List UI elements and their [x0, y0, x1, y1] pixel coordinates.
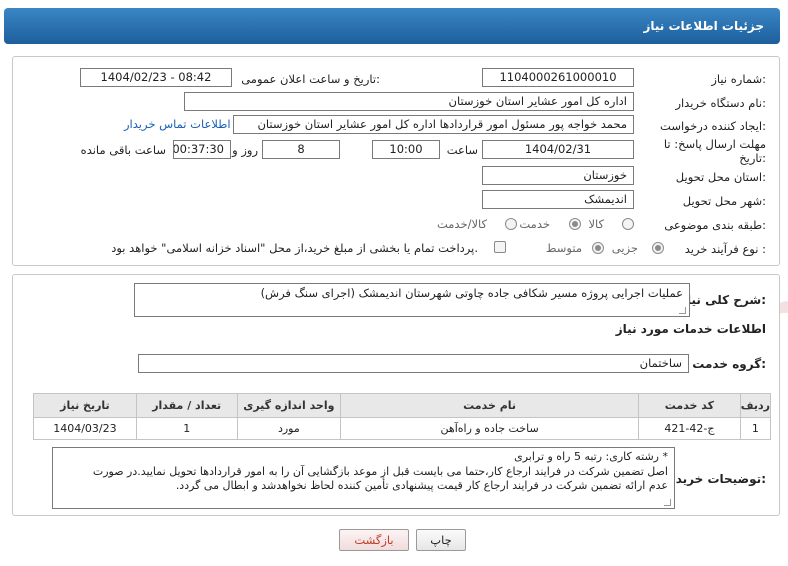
col-header-need-date: تاریخ نیاز: [33, 393, 137, 418]
table-row[interactable]: 1 ج-42-421 ساخت جاده و راه‌آهن مورد 1 14…: [33, 417, 772, 440]
page-header: جزئیات اطلاعات نیاز: [0, 0, 788, 44]
col-header-row-number: ردیف: [739, 393, 772, 418]
header-bar: جزئیات اطلاعات نیاز: [4, 8, 780, 44]
service-group-label: گروه خدمت:: [692, 357, 766, 371]
creator-label: ایجاد کننده درخواست:: [660, 119, 766, 133]
city-label: شهر محل تحویل:: [682, 194, 766, 208]
city-field[interactable]: اندیمشک: [482, 190, 634, 209]
cell-service-name: ساخت جاده و راه‌آهن: [340, 417, 640, 440]
days-remaining-field[interactable]: 8: [262, 140, 340, 159]
deadline-time-label: ساعت: [446, 143, 478, 157]
col-header-unit: واحد اندازه گیری: [236, 393, 342, 418]
process-radio-medium[interactable]: [592, 242, 604, 254]
treasury-payment-checkbox[interactable]: [494, 241, 506, 253]
col-header-service-name: نام خدمت: [340, 393, 640, 418]
process-option-minor: جزیی: [611, 241, 638, 255]
deadline-date-field[interactable]: 1404/02/31: [482, 140, 634, 159]
deadline-date-label: تاریخ:: [739, 151, 766, 165]
notes-resize-handle[interactable]: [664, 499, 671, 506]
announce-date-label: تاریخ و ساعت اعلان عمومی:: [241, 72, 380, 86]
service-group-field[interactable]: ساختمان: [138, 354, 689, 373]
deadline-label: مهلت ارسال پاسخ: تا: [663, 137, 766, 151]
province-field[interactable]: خوزستان: [482, 166, 634, 185]
category-label: طبقه بندی موضوعی:: [664, 218, 766, 232]
category-radio-goods-service[interactable]: [505, 218, 517, 230]
summary-field[interactable]: عملیات اجرایی پروژه مسیر شکافی جاده چاوت…: [134, 283, 690, 317]
notes-line-1: * رشته کاری: رتبه 5 راه و ترابری: [514, 450, 668, 463]
buyer-field[interactable]: اداره کل امور عشایر استان خوزستان: [184, 92, 634, 111]
services-table: ردیف کد خدمت نام خدمت واحد اندازه گیری ت…: [33, 393, 772, 440]
creator-field[interactable]: محمد خواجه پور مسئول امور قراردادها ادار…: [233, 115, 634, 134]
col-header-quantity: تعداد / مقدار: [135, 393, 238, 418]
time-remaining-label: ساعت باقی مانده: [80, 143, 166, 157]
province-label: استان محل تحویل:: [675, 170, 766, 184]
cell-service-code: ج-42-421: [638, 417, 741, 440]
resize-handle[interactable]: [679, 307, 686, 314]
category-option-goods-service: کالا/خدمت: [436, 217, 487, 231]
announce-date-field[interactable]: 1404/02/23 - 08:42: [80, 68, 232, 87]
category-radio-goods[interactable]: [622, 218, 634, 230]
notes-line-3: عدم ارائه تضمین شرکت در فرایند ارجاع کار…: [175, 479, 668, 492]
table-header-row: ردیف کد خدمت نام خدمت واحد اندازه گیری ت…: [33, 393, 772, 418]
buyer-notes-label: توضیحات خریدار:: [664, 472, 766, 486]
summary-label: شرح کلی نیاز:: [680, 293, 766, 307]
back-button[interactable]: بازگشت: [339, 529, 409, 551]
category-option-service: خدمت: [519, 217, 550, 231]
services-section-title: اطلاعات خدمات مورد نیاز: [615, 322, 766, 336]
request-info-panel: [12, 56, 780, 266]
page-title: جزئیات اطلاعات نیاز: [643, 19, 764, 33]
buyer-label: نام دستگاه خریدار:: [675, 96, 766, 110]
process-option-medium: متوسط: [545, 241, 582, 255]
buyer-contact-link[interactable]: اطلاعات تماس خریدار: [124, 117, 231, 131]
cell-need-date: 1404/03/23: [33, 417, 137, 440]
col-header-service-code: کد خدمت: [638, 393, 741, 418]
days-label: روز و: [232, 143, 258, 157]
process-radio-minor[interactable]: [652, 242, 664, 254]
process-label: نوع فرآیند خرید :: [684, 242, 766, 256]
category-radio-service[interactable]: [569, 218, 581, 230]
need-number-field[interactable]: 1104000261000010: [482, 68, 634, 87]
cell-quantity: 1: [135, 417, 238, 440]
buyer-notes-field[interactable]: * رشته کاری: رتبه 5 راه و ترابری اصل تضم…: [52, 447, 675, 509]
summary-text: عملیات اجرایی پروژه مسیر شکافی جاده چاوت…: [260, 286, 683, 300]
time-remaining-field[interactable]: 00:37:30: [173, 140, 231, 159]
print-button[interactable]: چاپ: [416, 529, 466, 551]
cell-row-number: 1: [739, 417, 772, 440]
treasury-payment-note: پرداخت تمام یا بخشی از مبلغ خرید،از محل …: [111, 241, 478, 255]
cell-unit: مورد: [236, 417, 342, 440]
deadline-time-field[interactable]: 10:00: [372, 140, 440, 159]
notes-line-2: اصل تضمین شرکت در فرایند ارجاع کار،حتما …: [92, 464, 668, 478]
need-number-label: شماره نیاز:: [711, 72, 766, 86]
category-option-goods: کالا: [588, 217, 604, 231]
